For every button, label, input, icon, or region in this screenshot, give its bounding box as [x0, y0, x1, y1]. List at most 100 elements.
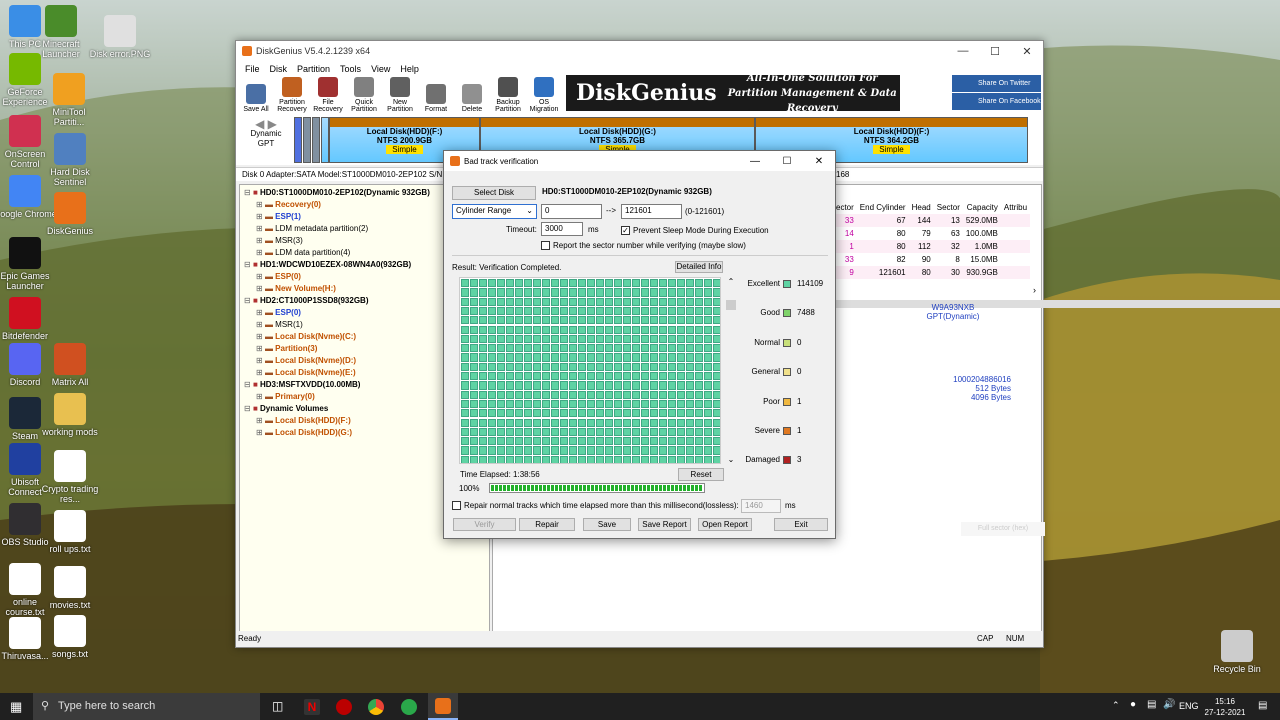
share-twitter-button[interactable]: Share On Twitter: [952, 75, 1041, 92]
table-header[interactable]: ector: [833, 201, 857, 214]
scroll-right-icon[interactable]: ›: [1033, 285, 1036, 295]
menu-tools[interactable]: Tools: [335, 64, 366, 74]
partition-block-small[interactable]: [294, 117, 302, 163]
exit-button[interactable]: Exit: [774, 518, 828, 531]
partition-block-small[interactable]: [321, 117, 329, 163]
verify-button[interactable]: Verify: [453, 518, 516, 531]
menu-help[interactable]: Help: [395, 64, 424, 74]
desktop-icon[interactable]: Epic Games Launcher: [0, 237, 57, 291]
nav-arrows-icon[interactable]: ◀ ▶: [242, 118, 290, 130]
repair-ms-input[interactable]: 1460: [741, 499, 781, 513]
expand-icon[interactable]: ⊞: [256, 248, 265, 257]
network-icon[interactable]: ▤: [1147, 699, 1156, 710]
collapse-icon[interactable]: ⊟: [244, 380, 253, 389]
faint-button[interactable]: Full sector (hex): [961, 522, 1045, 536]
table-row[interactable]: 33 67 144 13 529.0MB: [833, 214, 1031, 227]
expand-icon[interactable]: ⊞: [256, 428, 265, 437]
report-sector-checkbox[interactable]: [541, 241, 550, 250]
desktop-icon[interactable]: Matrix All: [38, 343, 102, 387]
expand-icon[interactable]: ⊞: [256, 344, 265, 353]
open-report-button[interactable]: Open Report: [698, 518, 752, 531]
diskgenius-taskbar-button[interactable]: [428, 693, 458, 720]
scroll-thumb[interactable]: [726, 300, 736, 310]
expand-icon[interactable]: ⊞: [256, 356, 265, 365]
partition-block-small[interactable]: [312, 117, 320, 163]
expand-icon[interactable]: ⊞: [256, 236, 265, 245]
taskbar-search[interactable]: ⚲ Type here to search: [33, 693, 260, 720]
share-facebook-button[interactable]: Share On Facebook: [952, 93, 1041, 110]
dialog-maximize-icon[interactable]: ☐: [771, 156, 803, 167]
expand-icon[interactable]: ⊞: [256, 392, 265, 401]
desktop-icon[interactable]: Recycle Bin: [1205, 630, 1269, 674]
expand-icon[interactable]: ⊞: [256, 308, 265, 317]
collapse-icon[interactable]: ⊟: [244, 260, 253, 269]
chrome-icon[interactable]: [368, 699, 384, 715]
minimize-icon[interactable]: —: [947, 45, 979, 58]
toolbar-button[interactable]: Format: [418, 84, 454, 115]
desktop-icon[interactable]: DiskGenius: [38, 192, 102, 236]
app-taskbar-icon[interactable]: [336, 699, 352, 715]
toolbar-button[interactable]: OS Migration: [526, 77, 562, 115]
expand-icon[interactable]: ⊞: [256, 332, 265, 341]
language-indicator[interactable]: ENG: [1179, 701, 1199, 711]
expand-icon[interactable]: ⊞: [256, 200, 265, 209]
save-button[interactable]: Save: [583, 518, 631, 531]
volume-icon[interactable]: 🔊: [1163, 699, 1175, 710]
tray-app-icon[interactable]: ●: [1130, 699, 1136, 710]
save-report-button[interactable]: Save Report: [638, 518, 691, 531]
repair-button[interactable]: Repair: [519, 518, 575, 531]
expand-icon[interactable]: ⊞: [256, 320, 265, 329]
reset-button[interactable]: Reset: [678, 468, 724, 481]
scroll-up-icon[interactable]: ⌃: [726, 277, 736, 286]
desktop-icon[interactable]: songs.txt: [38, 615, 102, 659]
table-header[interactable]: Head: [909, 201, 934, 214]
detailed-info-button[interactable]: Detailed Info: [675, 261, 723, 273]
toolbar-button[interactable]: Partition Recovery: [274, 77, 310, 115]
table-row[interactable]: 1 80 112 32 1.0MB: [833, 240, 1031, 253]
dialog-close-icon[interactable]: ✕: [803, 156, 835, 167]
clock[interactable]: 15:16 27-12-2021: [1200, 696, 1250, 718]
expand-icon[interactable]: ⊞: [256, 284, 265, 293]
diskgenius-banner[interactable]: DiskGenius All-In-One Solution For Parti…: [566, 73, 900, 114]
menu-partition[interactable]: Partition: [292, 64, 335, 74]
netflix-icon[interactable]: N: [304, 699, 320, 715]
toolbar-button[interactable]: New Partition: [382, 77, 418, 115]
select-disk-button[interactable]: Select Disk: [452, 186, 536, 200]
table-header[interactable]: Capacity: [963, 201, 1001, 214]
expand-icon[interactable]: ⊞: [256, 224, 265, 233]
toolbar-button[interactable]: Save All: [238, 84, 274, 115]
expand-icon[interactable]: ⊞: [256, 272, 265, 281]
desktop-icon[interactable]: roll ups.txt: [38, 510, 102, 554]
desktop-icon[interactable]: Crypto trading res...: [38, 450, 102, 504]
tray-chevron-icon[interactable]: ⌃: [1112, 700, 1120, 711]
menu-view[interactable]: View: [366, 64, 395, 74]
notification-icon[interactable]: ▤: [1258, 700, 1267, 711]
partition-block-small[interactable]: [303, 117, 311, 163]
repair-normal-checkbox[interactable]: [452, 501, 461, 510]
range-mode-select[interactable]: Cylinder Range ⌄: [452, 204, 537, 219]
table-header[interactable]: Sector: [934, 201, 963, 214]
table-row[interactable]: 33 82 90 8 15.0MB: [833, 253, 1030, 266]
expand-icon[interactable]: ⊞: [256, 416, 265, 425]
menu-disk[interactable]: Disk: [265, 64, 293, 74]
toolbar-button[interactable]: Quick Partition: [346, 77, 382, 115]
maximize-icon[interactable]: ☐: [979, 45, 1011, 58]
table-header[interactable]: End Cylinder: [857, 201, 909, 214]
horizontal-scrollbar[interactable]: [763, 300, 1280, 308]
collapse-icon[interactable]: ⊟: [244, 296, 253, 305]
range-from-input[interactable]: 0: [541, 204, 602, 219]
range-to-input[interactable]: 121601: [621, 204, 682, 219]
prevent-sleep-checkbox[interactable]: ✓: [621, 226, 630, 235]
desktop-icon[interactable]: Bitdefender: [0, 297, 57, 341]
desktop-icon[interactable]: Disk error.PNG: [88, 15, 152, 59]
toolbar-button[interactable]: Backup Partition: [490, 77, 526, 115]
table-row[interactable]: 9 121601 80 30 930.9GB: [833, 266, 1031, 279]
dialog-minimize-icon[interactable]: —: [739, 156, 771, 167]
task-view-icon[interactable]: ◫: [272, 699, 283, 713]
scroll-down-icon[interactable]: ⌄: [726, 455, 736, 464]
expand-icon[interactable]: ⊞: [256, 368, 265, 377]
table-header[interactable]: Attribu: [1001, 201, 1030, 214]
toolbar-button[interactable]: File Recovery: [310, 77, 346, 115]
toolbar-button[interactable]: Delete: [454, 84, 490, 115]
desktop-icon[interactable]: movies.txt: [38, 566, 102, 610]
